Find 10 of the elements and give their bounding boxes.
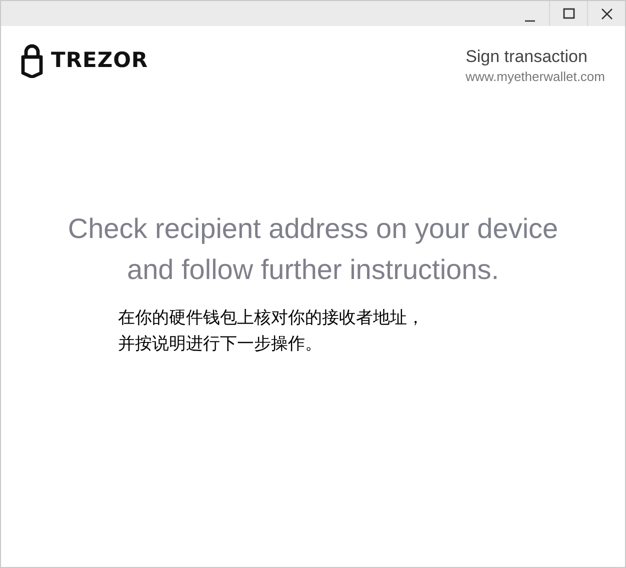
maximize-icon — [562, 8, 574, 20]
annotation-line: 在你的硬件钱包上核对你的接收者地址， — [118, 306, 424, 330]
minimize-icon — [524, 20, 536, 22]
origin-url: www.myetherwallet.com — [466, 68, 605, 86]
annotation-line: 并按说明进行下一步操作。 — [118, 332, 322, 356]
close-icon — [600, 8, 612, 20]
padlock-icon — [21, 44, 43, 78]
instruction-text: Check recipient address on your device and follow further instructions. — [66, 212, 560, 287]
brand-logo: TREZOR — [51, 47, 148, 74]
dialog-title: Sign transaction — [466, 47, 588, 68]
